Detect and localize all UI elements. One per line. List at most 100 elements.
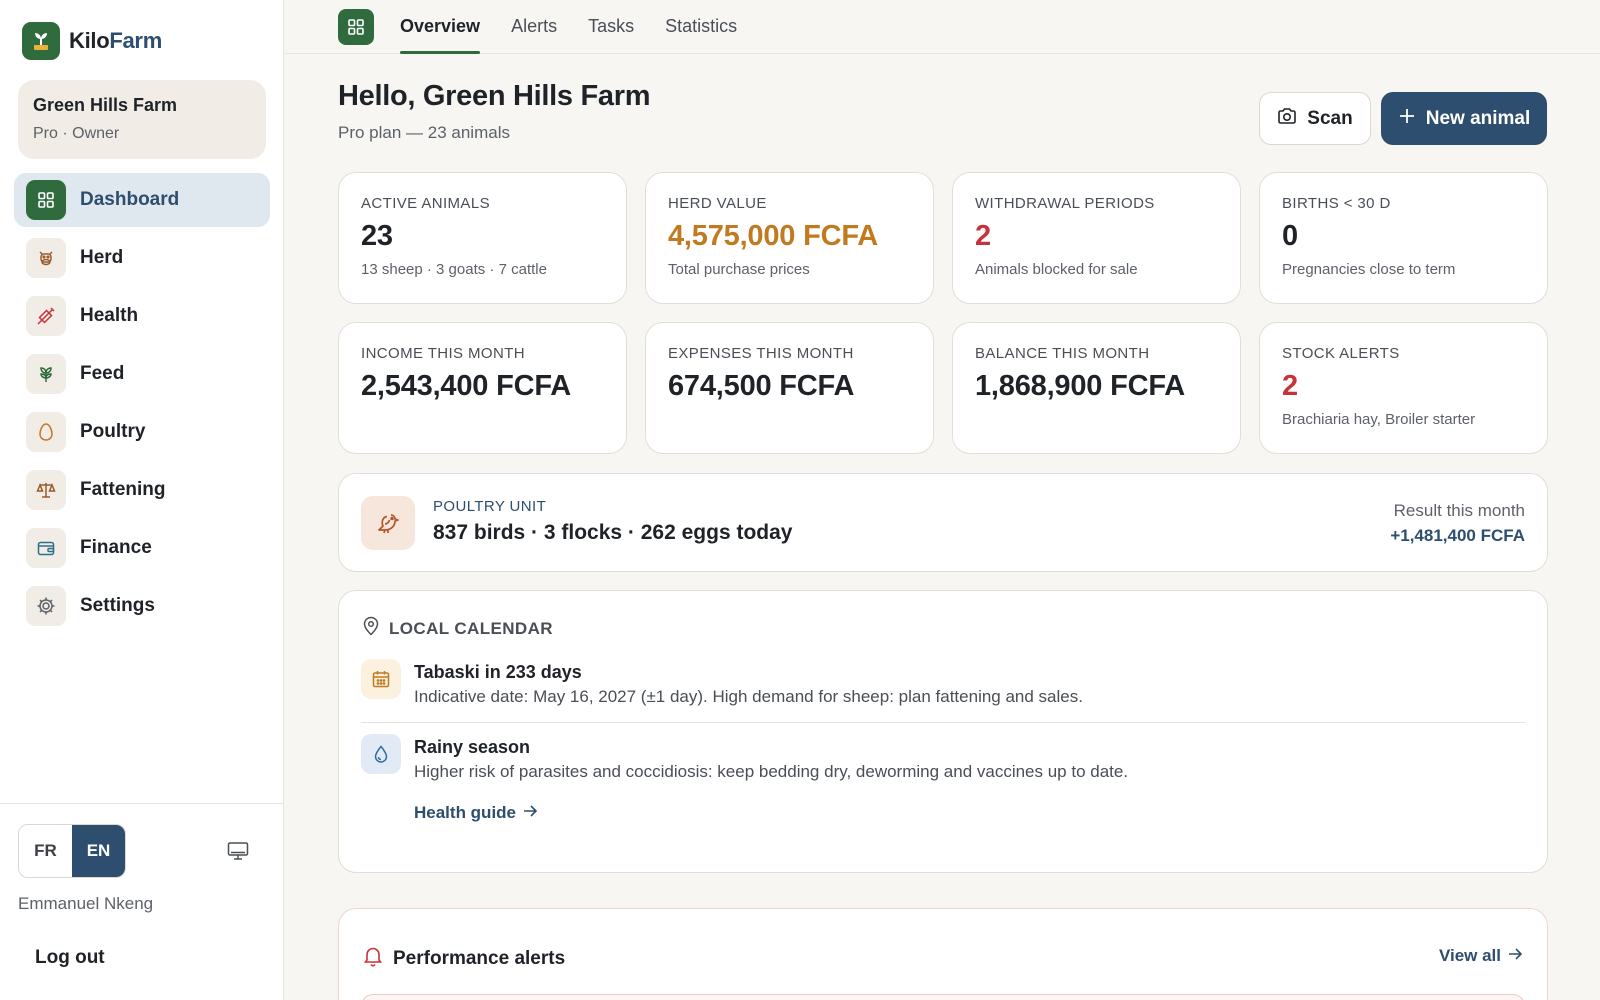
grid-icon <box>26 180 66 220</box>
tabs: Overview Alerts Tasks Statistics <box>400 0 737 54</box>
divider <box>361 722 1525 723</box>
health-guide-link[interactable]: Health guide <box>414 803 538 823</box>
calendar-heading: LOCAL CALENDAR <box>363 616 553 641</box>
stat-card-withdrawal-periods[interactable]: WITHDRAWAL PERIODS 2 Animals blocked for… <box>952 172 1241 304</box>
calendar-heading-label: LOCAL CALENDAR <box>389 618 553 638</box>
tab-tasks[interactable]: Tasks <box>588 0 634 54</box>
scan-button-label: Scan <box>1307 107 1353 129</box>
tab-overview[interactable]: Overview <box>400 0 481 54</box>
scale-icon <box>26 470 66 510</box>
new-animal-button-label: New animal <box>1425 107 1531 129</box>
syringe-icon <box>26 296 66 336</box>
calendar-item-text: Indicative date: May 16, 2027 (±1 day). … <box>414 687 1083 706</box>
sidebar-item-label: Fattening <box>80 479 166 500</box>
calendar-item-title: Tabaski in 233 days <box>414 662 582 682</box>
arrow-right-icon <box>522 803 538 823</box>
stat-subtext: Total purchase prices <box>668 261 810 278</box>
page-title: Hello, Green Hills Farm <box>338 80 651 112</box>
map-pin-icon <box>363 616 379 641</box>
stat-card-balance[interactable]: BALANCE THIS MONTH 1,868,900 FCFA <box>952 322 1241 454</box>
gear-icon <box>26 586 66 626</box>
stat-value: 2 <box>1282 370 1298 402</box>
stat-subtext: Brachiaria hay, Broiler starter <box>1282 411 1476 428</box>
local-calendar-card: LOCAL CALENDAR Tabaski in 233 days Indic… <box>338 590 1548 873</box>
sidebar-item-finance[interactable]: Finance <box>14 521 270 575</box>
farm-name: Green Hills Farm <box>33 95 178 115</box>
poultry-result-value: +1,481,400 FCFA <box>1390 526 1525 545</box>
sidebar-item-label: Dashboard <box>80 189 180 210</box>
stat-subtext: Pregnancies close to term <box>1282 261 1456 278</box>
view-all-alerts-link[interactable]: View all <box>1439 946 1523 966</box>
grain-icon <box>26 354 66 394</box>
stat-card-active-animals[interactable]: ACTIVE ANIMALS 23 13 sheep · 3 goats · 7… <box>338 172 627 304</box>
sidebar-item-label: Finance <box>80 537 152 558</box>
stat-card-births[interactable]: BIRTHS < 30 D 0 Pregnancies close to ter… <box>1259 172 1548 304</box>
alert-row[interactable] <box>361 994 1525 1000</box>
sidebar: KiloFarm Green Hills Farm Pro · Owner Da… <box>0 0 284 1000</box>
sidebar-nav: Dashboard Herd Health Feed Poultry Fatte… <box>14 173 270 637</box>
poultry-result-label: Result this month <box>1393 501 1525 520</box>
tab-alerts[interactable]: Alerts <box>511 0 557 54</box>
sidebar-item-settings[interactable]: Settings <box>14 579 270 633</box>
sidebar-item-label: Poultry <box>80 421 146 442</box>
poultry-stats: 837 birds · 3 flocks · 262 eggs today <box>433 521 793 544</box>
calendar-icon <box>361 659 401 699</box>
new-animal-button[interactable]: New animal <box>1381 92 1547 145</box>
stat-label: ACTIVE ANIMALS <box>361 195 490 212</box>
stat-value: 674,500 FCFA <box>668 370 855 402</box>
sidebar-item-fattening[interactable]: Fattening <box>14 463 270 517</box>
stat-label: WITHDRAWAL PERIODS <box>975 195 1155 212</box>
sidebar-item-feed[interactable]: Feed <box>14 347 270 401</box>
sidebar-item-poultry[interactable]: Poultry <box>14 405 270 459</box>
cow-icon <box>26 238 66 278</box>
poultry-unit-card[interactable]: POULTRY UNIT 837 birds · 3 flocks · 262 … <box>338 473 1548 572</box>
stat-label: BALANCE THIS MONTH <box>975 345 1150 362</box>
brand[interactable]: KiloFarm <box>22 22 162 60</box>
plan-summary: Pro plan — 23 animals <box>338 123 510 142</box>
alerts-heading: Performance alerts <box>363 945 565 973</box>
stat-card-herd-value[interactable]: HERD VALUE 4,575,000 FCFA Total purchase… <box>645 172 934 304</box>
plus-icon <box>1398 107 1416 131</box>
stat-value: 4,575,000 FCFA <box>668 220 878 252</box>
view-all-label: View all <box>1438 946 1501 965</box>
sidebar-item-dashboard[interactable]: Dashboard <box>14 173 270 227</box>
performance-alerts-card: Performance alerts View all <box>338 908 1548 1000</box>
water-drop-icon <box>361 734 401 774</box>
stat-value: 23 <box>361 220 393 252</box>
arrow-right-icon <box>1507 946 1523 966</box>
stat-value: 2 <box>975 220 991 252</box>
wallet-icon <box>26 528 66 568</box>
stat-card-expenses[interactable]: EXPENSES THIS MONTH 674,500 FCFA <box>645 322 934 454</box>
stat-value: 2,543,400 FCFA <box>361 370 571 402</box>
grid-icon[interactable] <box>338 9 374 45</box>
egg-icon <box>26 412 66 452</box>
tab-statistics[interactable]: Statistics <box>665 0 737 54</box>
brand-name: KiloFarm <box>69 28 162 53</box>
sidebar-item-label: Settings <box>80 595 155 616</box>
monitor-icon[interactable] <box>224 838 252 864</box>
stat-label: INCOME THIS MONTH <box>361 345 526 362</box>
language-en-button[interactable]: EN <box>72 825 125 877</box>
sidebar-item-health[interactable]: Health <box>14 289 270 343</box>
stat-value: 1,868,900 FCFA <box>975 370 1185 402</box>
alerts-heading-label: Performance alerts <box>393 948 566 969</box>
bird-icon <box>361 496 415 550</box>
bell-icon <box>363 945 383 973</box>
farm-plan: Pro · Owner <box>33 125 120 142</box>
stat-label: BIRTHS < 30 D <box>1282 195 1391 212</box>
stat-label: EXPENSES THIS MONTH <box>668 345 854 362</box>
scan-button[interactable]: Scan <box>1259 92 1371 145</box>
sidebar-item-herd[interactable]: Herd <box>14 231 270 285</box>
language-switcher: FR EN <box>18 824 126 878</box>
health-guide-link-label: Health guide <box>414 803 517 822</box>
calendar-item-title: Rainy season <box>414 737 531 757</box>
sidebar-item-label: Feed <box>80 363 125 384</box>
sidebar-item-label: Herd <box>80 247 124 268</box>
camera-icon <box>1277 107 1297 131</box>
logout-button[interactable]: Log out <box>35 947 105 969</box>
stat-card-stock-alerts[interactable]: STOCK ALERTS 2 Brachiaria hay, Broiler s… <box>1259 322 1548 454</box>
language-fr-button[interactable]: FR <box>19 825 72 877</box>
farm-switcher[interactable]: Green Hills Farm Pro · Owner <box>18 80 266 159</box>
stat-card-income[interactable]: INCOME THIS MONTH 2,543,400 FCFA <box>338 322 627 454</box>
calendar-item-text: Higher risk of parasites and coccidiosis… <box>414 762 1129 781</box>
